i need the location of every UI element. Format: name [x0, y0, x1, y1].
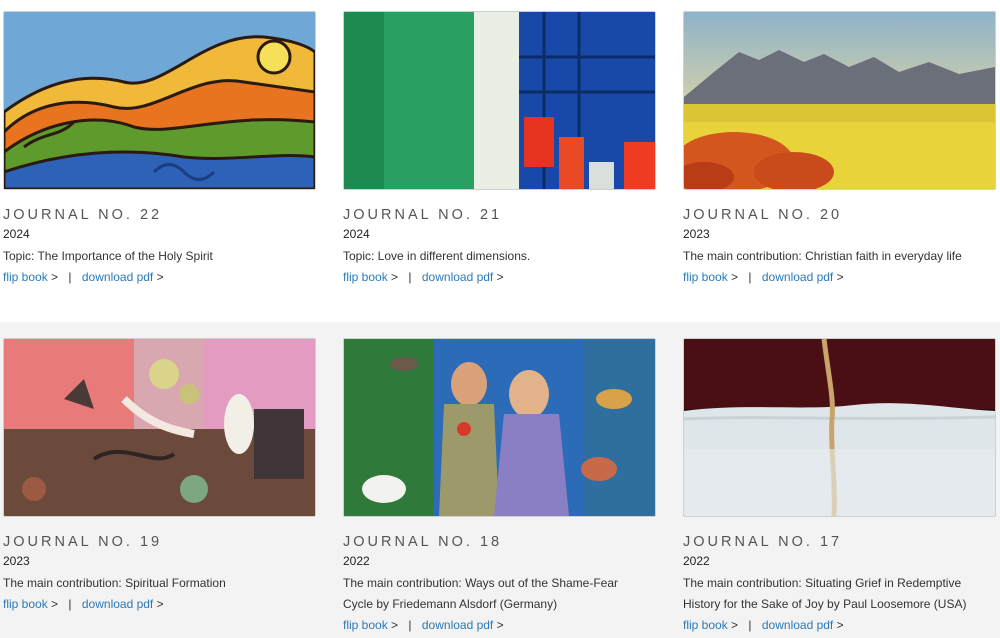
- journal-title: JOURNAL NO. 21: [343, 207, 503, 223]
- journal-links: flip book > | download pdf >: [683, 267, 996, 288]
- journal-topic: Topic: Love in different dimensions.: [343, 249, 531, 263]
- link-separator: |: [748, 270, 752, 284]
- link-separator: |: [748, 618, 752, 632]
- journal-cover-image[interactable]: [683, 11, 996, 190]
- mountain-field-image: [684, 12, 995, 189]
- journal-topic: Topic: The Importance of the Holy Spirit: [3, 249, 213, 263]
- flip-book-link[interactable]: flip book: [3, 597, 48, 611]
- flip-book-link[interactable]: flip book: [343, 618, 388, 632]
- link-arrow: >: [391, 618, 399, 632]
- link-separator: |: [408, 270, 412, 284]
- journal-links: flip book > | download pdf >: [3, 267, 316, 288]
- journal-card-22: JOURNAL NO. 22 2024 Topic: The Importanc…: [3, 11, 316, 288]
- download-pdf-link[interactable]: download pdf: [762, 618, 833, 632]
- journal-links: flip book > | download pdf >: [683, 615, 996, 636]
- journal-links: flip book > | download pdf >: [3, 594, 316, 615]
- journal-cover-image[interactable]: [3, 11, 316, 190]
- link-arrow: >: [731, 618, 739, 632]
- journal-cover-image[interactable]: [343, 11, 656, 190]
- adam-and-eve-image: [344, 339, 655, 516]
- surreal-collage-image: [4, 339, 315, 516]
- journal-card-19: JOURNAL NO. 19 2023 The main contributio…: [3, 338, 316, 615]
- abstract-landscape-image: [4, 12, 315, 189]
- journal-cover-image[interactable]: [3, 338, 316, 517]
- journal-year: 2023: [683, 227, 710, 241]
- link-arrow: >: [156, 270, 164, 284]
- journal-year: 2023: [3, 554, 30, 568]
- link-separator: |: [68, 270, 72, 284]
- journal-title: JOURNAL NO. 18: [343, 534, 503, 550]
- link-arrow: >: [836, 618, 844, 632]
- journal-topic: The main contribution: Christian faith i…: [683, 249, 962, 263]
- journal-title: JOURNAL NO. 17: [683, 534, 843, 550]
- journal-card-17: JOURNAL NO. 17 2022 The main contributio…: [683, 338, 996, 636]
- link-arrow: >: [836, 270, 844, 284]
- flip-book-link[interactable]: flip book: [683, 270, 728, 284]
- link-arrow: >: [156, 597, 164, 611]
- link-arrow: >: [51, 597, 59, 611]
- download-pdf-link[interactable]: download pdf: [422, 270, 493, 284]
- journal-topic: The main contribution: Ways out of the S…: [343, 576, 619, 611]
- journal-card-18: JOURNAL NO. 18 2022 The main contributio…: [343, 338, 656, 636]
- journal-cover-image[interactable]: [683, 338, 996, 517]
- journal-year: 2024: [343, 227, 370, 241]
- journal-title: JOURNAL NO. 19: [3, 534, 163, 550]
- link-arrow: >: [51, 270, 59, 284]
- flip-book-link[interactable]: flip book: [343, 270, 388, 284]
- journal-year: 2022: [683, 554, 710, 568]
- flip-book-link[interactable]: flip book: [3, 270, 48, 284]
- journal-year: 2024: [3, 227, 30, 241]
- download-pdf-link[interactable]: download pdf: [422, 618, 493, 632]
- link-arrow: >: [391, 270, 399, 284]
- download-pdf-link[interactable]: download pdf: [82, 597, 153, 611]
- cracked-white-painting-image: [684, 339, 995, 516]
- journal-card-21: JOURNAL NO. 21 2024 Topic: Love in diffe…: [343, 11, 656, 288]
- journal-topic: The main contribution: Spiritual Formati…: [3, 576, 226, 590]
- journal-topic: The main contribution: Situating Grief i…: [683, 576, 967, 611]
- link-arrow: >: [496, 270, 504, 284]
- download-pdf-link[interactable]: download pdf: [82, 270, 153, 284]
- flip-book-link[interactable]: flip book: [683, 618, 728, 632]
- download-pdf-link[interactable]: download pdf: [762, 270, 833, 284]
- journal-links: flip book > | download pdf >: [343, 267, 656, 288]
- journal-card-20: JOURNAL NO. 20 2023 The main contributio…: [683, 11, 996, 288]
- journal-links: flip book > | download pdf >: [343, 615, 656, 636]
- link-arrow: >: [496, 618, 504, 632]
- abstract-green-blue-image: [344, 12, 655, 189]
- journal-title: JOURNAL NO. 22: [3, 207, 163, 223]
- link-separator: |: [408, 618, 412, 632]
- link-arrow: >: [731, 270, 739, 284]
- link-separator: |: [68, 597, 72, 611]
- journal-year: 2022: [343, 554, 370, 568]
- journal-cover-image[interactable]: [343, 338, 656, 517]
- journal-title: JOURNAL NO. 20: [683, 207, 843, 223]
